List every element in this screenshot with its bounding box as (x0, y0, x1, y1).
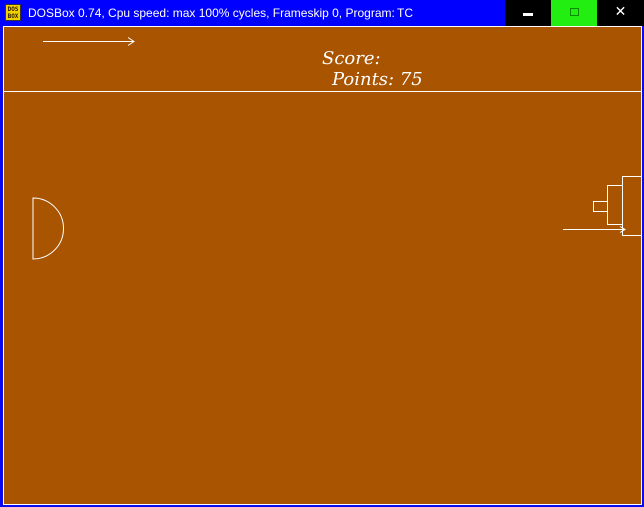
score-label: Score: (322, 48, 381, 69)
minimize-button[interactable] (505, 0, 551, 26)
game-viewport[interactable]: Score: Points: 75 (3, 26, 642, 505)
window-title: DOSBox 0.74, Cpu speed: max 100% cycles,… (28, 6, 395, 20)
title-bar[interactable]: DOS BOX DOSBox 0.74, Cpu speed: max 100% … (0, 0, 644, 26)
minimize-icon (523, 13, 533, 16)
playfield-border (3, 26, 642, 505)
dosbox-window: DOS BOX DOSBox 0.74, Cpu speed: max 100% … (0, 0, 644, 507)
hud-arrow-icon (43, 37, 135, 46)
target-semicircle (32, 197, 64, 260)
game-canvas: Score: Points: 75 (3, 26, 642, 505)
points-display: Points: 75 (331, 69, 423, 90)
maximize-button[interactable] (551, 0, 597, 26)
maximize-icon (570, 8, 579, 16)
cannon-icon (563, 176, 642, 236)
dosbox-app-icon[interactable]: DOS BOX (5, 4, 21, 21)
close-icon: ✕ (614, 4, 627, 20)
close-button[interactable]: ✕ (597, 0, 644, 26)
program-name: TC (397, 6, 413, 20)
